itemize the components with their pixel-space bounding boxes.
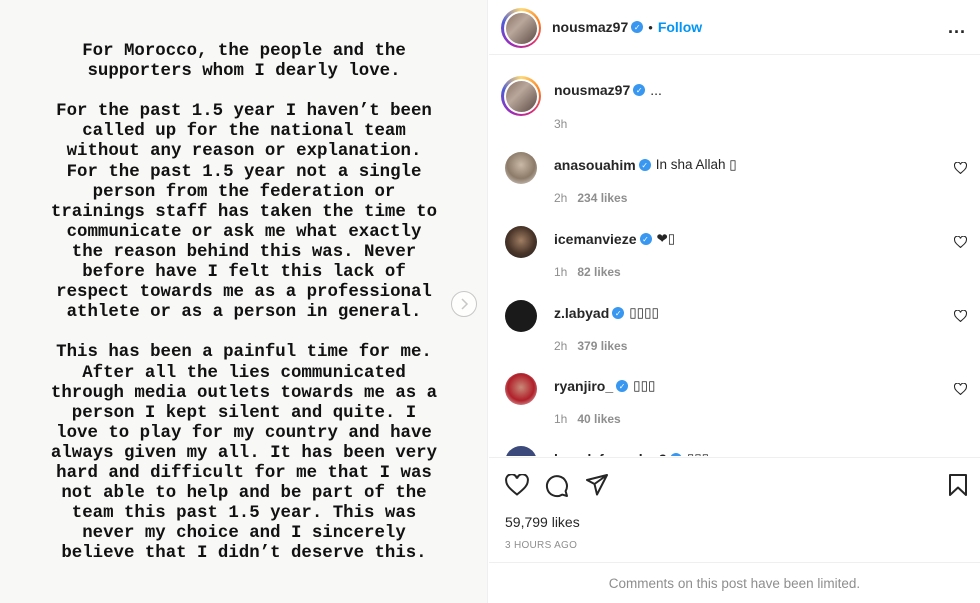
author-avatar[interactable] (501, 8, 541, 48)
next-slide-button[interactable] (451, 291, 477, 317)
comment-time: 2h (554, 191, 568, 205)
like-comment-heart-icon[interactable] (954, 383, 967, 395)
comments-limited-notice: Comments on this post have been limited. (489, 562, 980, 603)
chevron-right-icon (461, 298, 469, 310)
more-options-icon[interactable]: ... (948, 17, 966, 38)
commenter-username[interactable]: hamdaferreolo_9 (554, 451, 667, 456)
post-header: nousmaz97 ✓ • Follow ... (489, 0, 980, 55)
caption-avatar[interactable] (501, 76, 541, 116)
verified-badge-icon: ✓ (633, 84, 646, 96)
comment-likes[interactable]: 234 likes (577, 191, 627, 205)
comment-time: 1h (554, 412, 568, 426)
comment-item: z.labyad ✓ ▯▯▯▯ 2h 379 likes (505, 300, 975, 360)
comment-text: ❤▯ (656, 231, 676, 246)
commenter-username[interactable]: anasouahim (554, 157, 636, 173)
commenter-avatar[interactable] (505, 446, 537, 456)
comment-text: ▯▯▯ (687, 451, 709, 456)
comment-likes[interactable]: 379 likes (577, 339, 627, 353)
author-avatar-image (505, 12, 537, 44)
comment-item: icemanvieze ✓ ❤▯ 1h 82 likes (505, 226, 975, 286)
comment-likes[interactable]: 82 likes (577, 265, 620, 279)
comment-item: ryanjiro_ ✓ ▯▯▯ 1h 40 likes (505, 373, 975, 433)
verified-badge-icon: ✓ (639, 233, 652, 245)
commenter-avatar[interactable] (505, 152, 537, 184)
comment-item: hamdaferreolo_9 ✓ ▯▯▯ (505, 446, 975, 456)
comment-bubble-icon[interactable] (545, 474, 569, 498)
commenter-avatar[interactable] (505, 300, 537, 332)
like-comment-heart-icon[interactable] (954, 162, 967, 174)
verified-badge-icon: ✓ (612, 307, 625, 319)
verified-badge-icon: ✓ (631, 21, 644, 33)
post-actions-bar: 59,799 likes 3 HOURS AGO Comments on thi… (489, 457, 980, 603)
comment-text: In sha Allah ▯ (655, 157, 737, 172)
author-username[interactable]: nousmaz97 (552, 19, 628, 35)
post-side-panel: nousmaz97 ✓ • Follow ... nousmaz97 ✓ ...… (489, 0, 980, 603)
bookmark-icon[interactable] (948, 474, 968, 496)
comments-list[interactable]: nousmaz97 ✓ ... 3h anasouahim ✓ In sha A… (489, 56, 980, 456)
post-statement-text: For Morocco, the people and the supporte… (50, 42, 438, 564)
likes-count[interactable]: 59,799 likes (505, 514, 580, 530)
commenter-username[interactable]: z.labyad (554, 305, 609, 321)
follow-button[interactable]: Follow (658, 19, 702, 35)
like-heart-icon[interactable] (505, 474, 529, 496)
comment-text: ▯▯▯▯ (629, 305, 659, 320)
commenter-avatar[interactable] (505, 373, 537, 405)
comment-likes[interactable]: 40 likes (577, 412, 620, 426)
verified-badge-icon: ✓ (669, 453, 682, 456)
caption-time: 3h (554, 117, 568, 131)
separator-dot: • (648, 19, 653, 35)
verified-badge-icon: ✓ (616, 380, 629, 392)
comment-item: anasouahim ✓ In sha Allah ▯ 2h 234 likes (505, 152, 975, 212)
comment-text: ▯▯▯ (633, 378, 656, 393)
verified-badge-icon: ✓ (638, 159, 651, 171)
share-paper-plane-icon[interactable] (585, 474, 609, 496)
caption-username[interactable]: nousmaz97 (554, 82, 630, 98)
like-comment-heart-icon[interactable] (954, 236, 967, 248)
comment-time: 1h (554, 265, 568, 279)
like-comment-heart-icon[interactable] (954, 310, 967, 322)
commenter-avatar[interactable] (505, 226, 537, 258)
comment-time: 2h (554, 339, 568, 353)
commenter-username[interactable]: ryanjiro_ (554, 378, 613, 394)
post-timestamp: 3 HOURS AGO (505, 540, 578, 551)
caption-text: ... (650, 82, 662, 98)
post-image: For Morocco, the people and the supporte… (0, 0, 488, 603)
commenter-username[interactable]: icemanvieze (554, 231, 637, 247)
